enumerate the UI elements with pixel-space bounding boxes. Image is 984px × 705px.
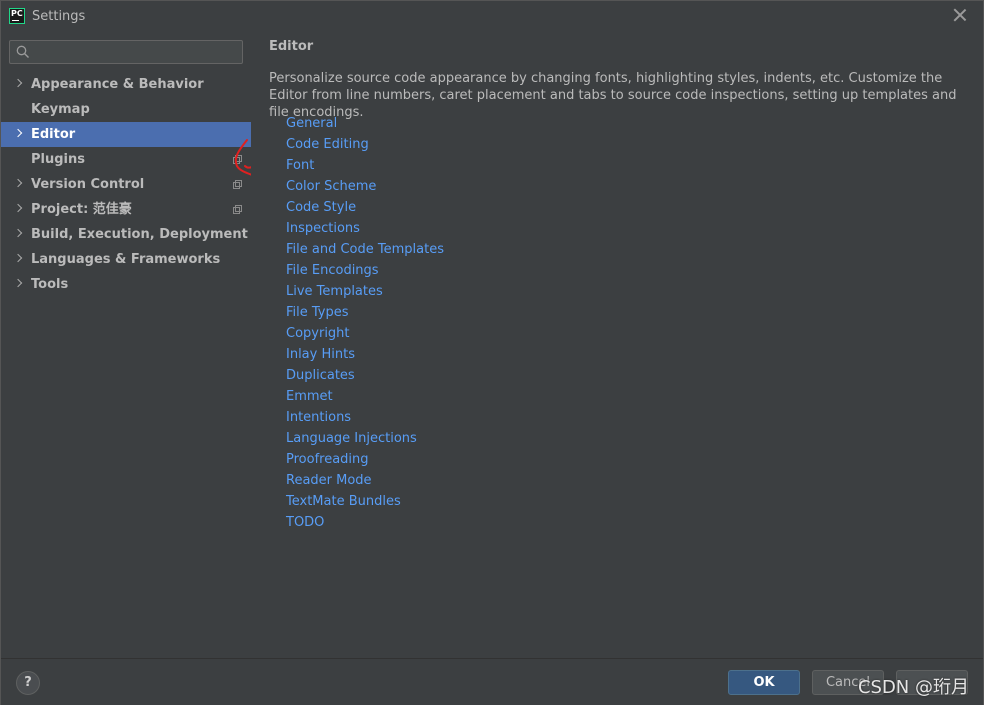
- sidebar-item-label: Keymap: [31, 102, 90, 117]
- sidebar-item-label: Project: 范佳豪: [31, 202, 132, 217]
- link-code-editing[interactable]: Code Editing: [286, 134, 444, 155]
- search-field[interactable]: [9, 40, 243, 64]
- chevron-right-icon[interactable]: [13, 128, 23, 138]
- link-inspections[interactable]: Inspections: [286, 218, 444, 239]
- chevron-right-icon[interactable]: [13, 253, 23, 263]
- sidebar-item-keymap[interactable]: Keymap: [1, 97, 251, 122]
- page-title: Editor: [269, 39, 314, 54]
- editor-links-list: General Code Editing Font Color Scheme C…: [286, 113, 444, 533]
- link-intentions[interactable]: Intentions: [286, 407, 444, 428]
- sidebar-item-label: Tools: [31, 277, 69, 292]
- title-bar: PC Settings: [1, 1, 983, 31]
- sidebar-item-label: Languages & Frameworks: [31, 252, 221, 267]
- search-input[interactable]: [34, 43, 234, 61]
- pycharm-app-icon: PC: [9, 8, 25, 24]
- link-general[interactable]: General: [286, 113, 444, 134]
- link-file-encodings[interactable]: File Encodings: [286, 260, 444, 281]
- project-settings-icon: [233, 205, 243, 215]
- sidebar-item-tools[interactable]: Tools: [1, 272, 251, 297]
- chevron-right-icon[interactable]: [13, 78, 23, 88]
- link-live-templates[interactable]: Live Templates: [286, 281, 444, 302]
- link-file-and-code-templates[interactable]: File and Code Templates: [286, 239, 444, 260]
- window-title: Settings: [32, 9, 86, 24]
- watermark: CSDN @珩月: [857, 677, 969, 698]
- help-button[interactable]: ?: [16, 671, 40, 695]
- link-emmet[interactable]: Emmet: [286, 386, 444, 407]
- close-icon[interactable]: [953, 8, 967, 22]
- search-icon: [16, 45, 29, 58]
- link-font[interactable]: Font: [286, 155, 444, 176]
- link-code-style[interactable]: Code Style: [286, 197, 444, 218]
- link-proofreading[interactable]: Proofreading: [286, 449, 444, 470]
- sidebar-item-label: Build, Execution, Deployment: [31, 227, 248, 242]
- link-color-scheme[interactable]: Color Scheme: [286, 176, 444, 197]
- sidebar-item-version-control[interactable]: Version Control: [1, 172, 251, 197]
- app-icon-text: PC: [11, 9, 23, 18]
- link-copyright[interactable]: Copyright: [286, 323, 444, 344]
- link-duplicates[interactable]: Duplicates: [286, 365, 444, 386]
- settings-dialog: PC Settings Appearance & Behavior Keymap: [0, 0, 984, 705]
- link-textmate-bundles[interactable]: TextMate Bundles: [286, 491, 444, 512]
- sidebar-item-label: Editor: [31, 127, 76, 142]
- link-todo[interactable]: TODO: [286, 512, 444, 533]
- dialog-footer: ? OK Cancel: [1, 658, 983, 705]
- sidebar-item-label: Version Control: [31, 177, 145, 192]
- sidebar-item-label: Plugins: [31, 152, 85, 167]
- settings-sidebar: Appearance & Behavior Keymap Editor Plug…: [1, 31, 264, 658]
- chevron-right-icon[interactable]: [13, 278, 23, 288]
- link-inlay-hints[interactable]: Inlay Hints: [286, 344, 444, 365]
- link-language-injections[interactable]: Language Injections: [286, 428, 444, 449]
- sidebar-item-languages-frameworks[interactable]: Languages & Frameworks: [1, 247, 251, 272]
- chevron-right-icon[interactable]: [13, 178, 23, 188]
- sidebar-item-project[interactable]: Project: 范佳豪: [1, 197, 251, 222]
- sidebar-item-editor[interactable]: Editor: [1, 122, 251, 147]
- sidebar-item-build-execution-deployment[interactable]: Build, Execution, Deployment: [1, 222, 251, 247]
- settings-tree: Appearance & Behavior Keymap Editor Plug…: [1, 72, 251, 297]
- ok-button[interactable]: OK: [728, 670, 800, 695]
- sidebar-item-label: Appearance & Behavior: [31, 77, 204, 92]
- sidebar-item-plugins[interactable]: Plugins: [1, 147, 251, 172]
- chevron-right-icon[interactable]: [13, 228, 23, 238]
- sidebar-item-appearance-behavior[interactable]: Appearance & Behavior: [1, 72, 251, 97]
- link-file-types[interactable]: File Types: [286, 302, 444, 323]
- chevron-right-icon[interactable]: [13, 203, 23, 213]
- link-reader-mode[interactable]: Reader Mode: [286, 470, 444, 491]
- editor-settings-panel: Editor Personalize source code appearanc…: [251, 31, 983, 658]
